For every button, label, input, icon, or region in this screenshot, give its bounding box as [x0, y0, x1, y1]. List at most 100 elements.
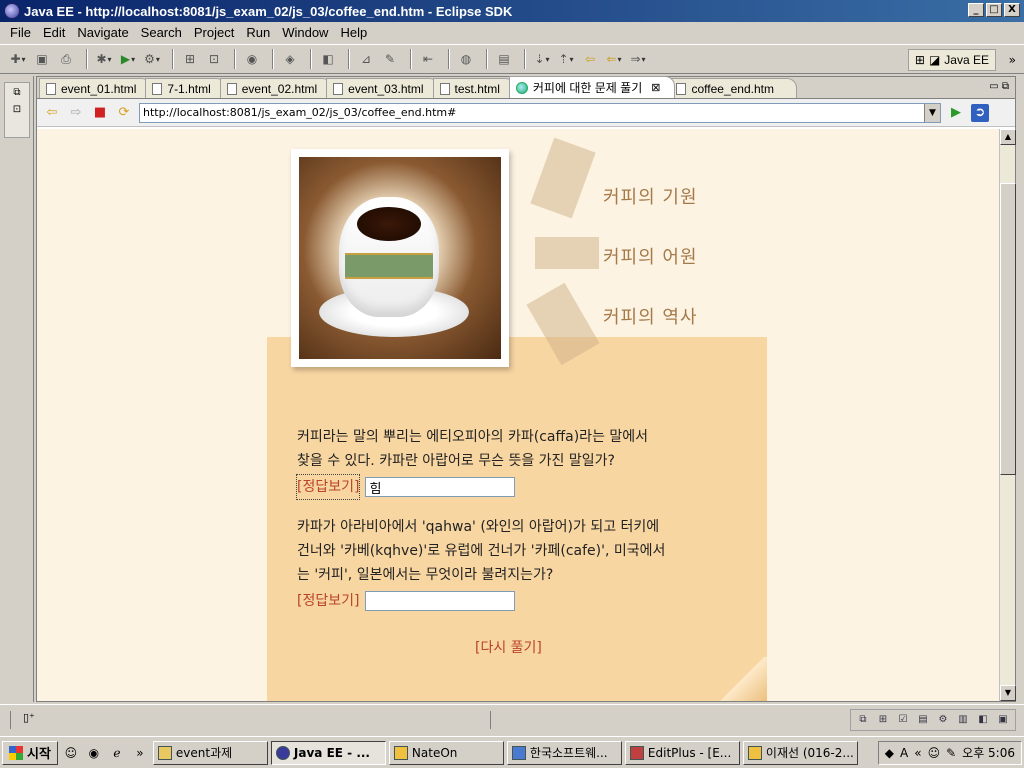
servers-icon[interactable]: ⚙: [935, 712, 951, 728]
url-input[interactable]: http://localhost:8081/js_exam_02/js_03/c…: [139, 102, 941, 123]
menu-run[interactable]: Run: [240, 25, 276, 40]
tasks-icon[interactable]: ☑: [895, 712, 911, 728]
tab-coffee-end[interactable]: coffee_end.htm: [669, 78, 798, 98]
run-icon[interactable]: ▶: [118, 49, 138, 69]
open-perspective-icon[interactable]: ⊞: [915, 53, 925, 67]
console-icon[interactable]: ▣: [995, 712, 1011, 728]
tab-event-03[interactable]: event_03.html: [326, 78, 439, 98]
next-annotation-icon[interactable]: ⇣: [532, 49, 552, 69]
task-nateon[interactable]: NateOn: [388, 740, 504, 765]
retry-button[interactable]: [다시 풀기]: [475, 637, 542, 657]
menu-window[interactable]: Window: [276, 25, 334, 40]
open-type-icon[interactable]: ⊿: [356, 49, 376, 69]
restore-icon[interactable]: ⧉: [855, 712, 871, 728]
menu-search[interactable]: Search: [135, 25, 188, 40]
task-korea-software[interactable]: 한국소프트웨...: [506, 740, 622, 765]
toolbar-more-icon[interactable]: »: [1009, 53, 1016, 67]
tab-test[interactable]: test.html: [432, 78, 515, 98]
web-browser-icon[interactable]: ◍: [456, 49, 476, 69]
data-source-icon[interactable]: ▥: [955, 712, 971, 728]
clock: 오후 5:06: [962, 746, 1015, 760]
answer-2-input[interactable]: [365, 591, 516, 611]
search-icon[interactable]: ✎: [380, 49, 400, 69]
menu-help[interactable]: Help: [334, 25, 373, 40]
restore-icon[interactable]: ⧉: [13, 87, 20, 98]
menu-etymology-link[interactable]: 커피의 어원: [603, 243, 698, 269]
ie-quicklaunch-icon[interactable]: ℯ: [107, 743, 127, 763]
hierarchy-icon[interactable]: ⊞: [875, 712, 891, 728]
menu-project[interactable]: Project: [188, 25, 240, 40]
new-class-icon[interactable]: ⊡: [204, 49, 224, 69]
web-browser-icon[interactable]: ➲: [971, 103, 989, 122]
minimize-maximize-icon[interactable]: ▭ ⧉: [989, 81, 1009, 92]
nateon-quicklaunch-icon[interactable]: ☺: [61, 743, 81, 763]
task-chat[interactable]: 이재선 (016-2...: [742, 740, 858, 765]
tab-event-01[interactable]: event_01.html: [39, 78, 152, 98]
scroll-up-icon[interactable]: ▲: [1000, 129, 1016, 145]
question-1-text: 찾을 수 있다. 카파란 아랍어로 무슨 뜻을 가진 말일가?: [297, 453, 615, 469]
vertical-scrollbar[interactable]: ▲ ▼: [999, 129, 1016, 701]
server-icon[interactable]: ◉: [242, 49, 262, 69]
deploy-icon[interactable]: ◈: [280, 49, 300, 69]
snippets-icon[interactable]: ◧: [975, 712, 991, 728]
save-icon[interactable]: ▣: [32, 49, 52, 69]
task-editplus[interactable]: EditPlus - [E...: [624, 740, 740, 765]
answer-1-input[interactable]: [365, 477, 516, 497]
refresh-icon[interactable]: ⟳: [115, 104, 133, 122]
task-event-folder[interactable]: event과제: [152, 740, 268, 765]
menu-file[interactable]: File: [4, 25, 37, 40]
menu-origin-link[interactable]: 커피의 기원: [603, 183, 698, 209]
show-answer-1-button[interactable]: [정답보기]: [295, 474, 361, 500]
forward-icon[interactable]: ⇒: [628, 49, 648, 69]
close-tab-icon[interactable]: ⊠: [651, 81, 660, 94]
menu-edit[interactable]: Edit: [37, 25, 71, 40]
back-icon[interactable]: ⇐: [604, 49, 624, 69]
toolbar-separator: [234, 49, 236, 69]
toggle-mark-icon[interactable]: ⇤: [418, 49, 438, 69]
editor-tabs: event_01.html 7-1.html event_02.html eve…: [37, 76, 1015, 99]
package-explorer-icon[interactable]: ⊡: [13, 104, 21, 115]
minimize-button[interactable]: _: [968, 3, 984, 17]
task-label: NateOn: [411, 745, 458, 760]
task-eclipse[interactable]: Java EE - ...: [270, 740, 386, 765]
perspective-switcher[interactable]: ⊞ ◪ Java EE: [907, 49, 996, 71]
network-icon[interactable]: ◆: [885, 746, 894, 760]
show-answer-2-button[interactable]: [정답보기]: [297, 589, 359, 613]
firefox-quicklaunch-icon[interactable]: ◉: [84, 743, 104, 763]
print-icon[interactable]: ⎙: [56, 49, 76, 69]
new-icon[interactable]: ✚: [8, 49, 28, 69]
editplus-icon: [629, 745, 644, 760]
prev-annotation-icon[interactable]: ⇡: [556, 49, 576, 69]
menu-history-link[interactable]: 커피의 역사: [603, 303, 698, 329]
external-tools-icon[interactable]: ⚙: [142, 49, 162, 69]
tab-coffee-quiz[interactable]: 커피에 대한 문제 풀기 ⊠: [508, 76, 676, 98]
messenger-icon[interactable]: ☺: [928, 746, 941, 760]
last-edit-icon[interactable]: ⇦: [580, 49, 600, 69]
pen-icon[interactable]: ✎: [946, 746, 956, 760]
menu-navigate[interactable]: Navigate: [71, 25, 134, 40]
scroll-down-icon[interactable]: ▼: [1000, 685, 1016, 701]
maximize-button[interactable]: □: [986, 3, 1002, 17]
stop-icon[interactable]: ■: [91, 104, 109, 122]
properties-icon[interactable]: ▤: [915, 712, 931, 728]
title-bar: Java EE - http://localhost:8081/js_exam_…: [0, 0, 1024, 22]
quicklaunch-more-icon[interactable]: »: [130, 743, 150, 763]
nateon-icon: [393, 745, 408, 760]
url-dropdown-icon[interactable]: ▼: [924, 103, 940, 122]
cup-band: [345, 253, 433, 279]
forward-icon[interactable]: ⇨: [67, 104, 85, 122]
ime-icon[interactable]: A: [900, 746, 908, 760]
scroll-thumb[interactable]: [1000, 183, 1016, 475]
close-button[interactable]: X: [1004, 3, 1020, 17]
publish-icon[interactable]: ◧: [318, 49, 338, 69]
fast-view-icon[interactable]: ▯⁺: [23, 711, 35, 724]
start-button[interactable]: 시작: [2, 740, 58, 765]
tab-7-1[interactable]: 7-1.html: [145, 78, 226, 98]
annotation-icon[interactable]: ▤: [494, 49, 514, 69]
new-package-icon[interactable]: ⊞: [180, 49, 200, 69]
debug-icon[interactable]: ✱: [94, 49, 114, 69]
go-icon[interactable]: ▶: [947, 104, 965, 122]
tray-expand-icon[interactable]: «: [914, 746, 921, 760]
back-icon[interactable]: ⇦: [43, 104, 61, 122]
tab-event-02[interactable]: event_02.html: [219, 78, 333, 98]
